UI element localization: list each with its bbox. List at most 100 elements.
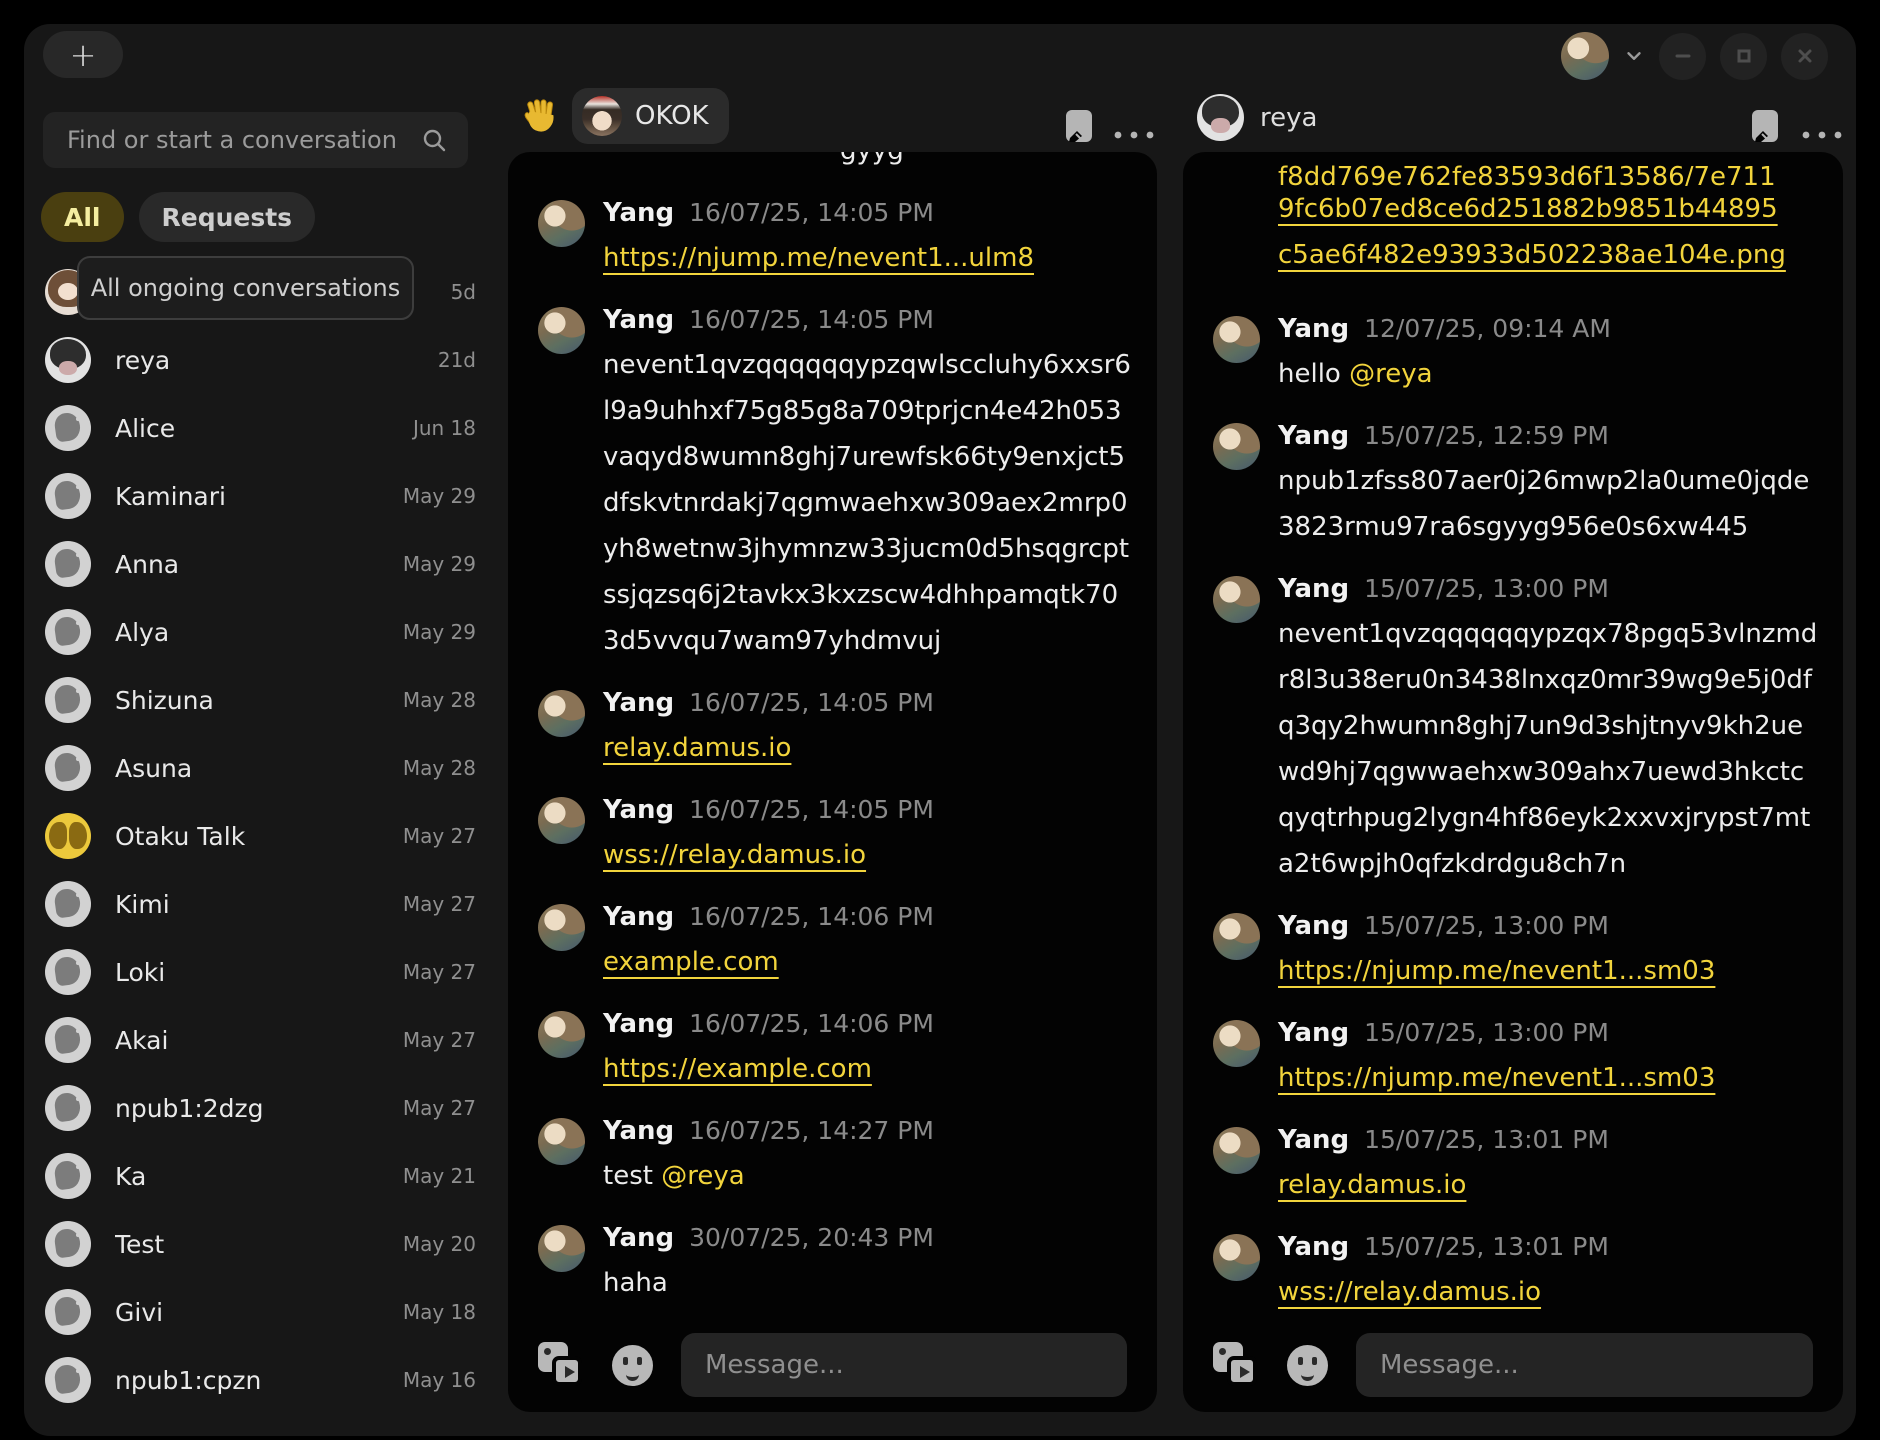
mention-reya[interactable]: @reya	[1349, 359, 1432, 389]
message-input[interactable]	[681, 1333, 1127, 1397]
message-link[interactable]: wss://relay.damus.io	[603, 840, 866, 870]
list-item[interactable]: Givi May 18	[41, 1278, 478, 1346]
conversation-date: May 18	[403, 1300, 476, 1324]
avatar[interactable]	[1213, 423, 1260, 470]
message-link[interactable]: https://example.com	[603, 1054, 872, 1084]
avatar[interactable]	[1213, 1234, 1260, 1281]
list-item[interactable]: Ka May 21	[41, 1142, 478, 1210]
active-chat-peer-okok[interactable]: OKOK	[572, 88, 729, 144]
close-button[interactable]	[1781, 33, 1828, 80]
current-user-avatar[interactable]	[1561, 32, 1609, 80]
avatar[interactable]	[1213, 913, 1260, 960]
mention-reya[interactable]: @reya	[661, 1161, 744, 1191]
search-conversations	[43, 112, 468, 168]
avatar	[45, 949, 91, 995]
message-author[interactable]: Yang	[603, 1223, 674, 1253]
avatar[interactable]	[538, 1011, 585, 1058]
user-menu	[1561, 30, 1828, 82]
message-author[interactable]: Yang	[1278, 1232, 1349, 1262]
avatar[interactable]	[1213, 576, 1260, 623]
list-item[interactable]: Test May 20	[41, 1210, 478, 1278]
clipped-image-link[interactable]: f8dd769e762fe83593d6f13586/7e711 9fc6b07…	[1213, 154, 1819, 278]
active-chat-peer-reya[interactable]: reya	[1197, 94, 1317, 141]
list-item[interactable]: Loki May 27	[41, 938, 478, 1006]
more-options-icon[interactable]	[1112, 130, 1156, 140]
message-timestamp: 15/07/25, 13:01 PM	[1364, 1125, 1609, 1154]
list-item[interactable]: npub1:cpzn May 16	[41, 1346, 478, 1414]
message-link[interactable]: relay.damus.io	[1278, 1170, 1466, 1200]
message-author[interactable]: Yang	[1278, 314, 1349, 344]
list-item[interactable]: Alya May 29	[41, 598, 478, 666]
message-author[interactable]: Yang	[1278, 1125, 1349, 1155]
message-author[interactable]: Yang	[1278, 574, 1349, 604]
message-link[interactable]: example.com	[603, 947, 779, 977]
avatar[interactable]	[538, 1225, 585, 1272]
conversation-date: May 29	[403, 552, 476, 576]
avatar[interactable]	[538, 904, 585, 951]
list-item[interactable]: Asuna May 28	[41, 734, 478, 802]
message: Yang 30/07/25, 20:43 PM haha	[538, 1223, 1133, 1306]
message-author[interactable]: Yang	[603, 1116, 674, 1146]
tab-requests[interactable]: Requests	[139, 192, 316, 242]
list-item[interactable]: reya 21d	[41, 326, 478, 394]
message-link[interactable]: wss://relay.damus.io	[1278, 1277, 1541, 1307]
chat-panel-reya: f8dd769e762fe83593d6f13586/7e711 9fc6b07…	[1183, 152, 1843, 1412]
avatar[interactable]	[1213, 1020, 1260, 1067]
list-item[interactable]: Shizuna May 28	[41, 666, 478, 734]
message-author[interactable]: Yang	[603, 902, 674, 932]
list-item[interactable]: Anna May 29	[41, 530, 478, 598]
avatar	[45, 473, 91, 519]
message-link[interactable]: https://njump.me/nevent1...sm03	[1278, 956, 1715, 986]
conversation-name: Ka	[115, 1162, 403, 1191]
conversation-date: Jun 18	[413, 416, 476, 440]
compose-note-icon[interactable]	[1750, 108, 1780, 144]
attach-media-icon[interactable]	[1213, 1342, 1259, 1388]
maximize-button[interactable]	[1720, 33, 1767, 80]
avatar	[45, 609, 91, 655]
list-item[interactable]: npub1:2dzg May 27	[41, 1074, 478, 1142]
peer-name: reya	[1260, 103, 1317, 133]
new-conversation-button[interactable]: +	[43, 31, 123, 78]
avatar[interactable]	[1213, 316, 1260, 363]
message-author[interactable]: Yang	[603, 305, 674, 335]
list-item[interactable]: Kaminari May 29	[41, 462, 478, 530]
message-author[interactable]: Yang	[1278, 1018, 1349, 1048]
message-timestamp: 12/07/25, 09:14 AM	[1364, 314, 1611, 343]
message-input[interactable]	[1356, 1333, 1813, 1397]
message-author[interactable]: Yang	[603, 1009, 674, 1039]
list-item[interactable]: Alice Jun 18	[41, 394, 478, 462]
chevron-down-icon[interactable]	[1623, 45, 1645, 67]
message-link[interactable]: https://njump.me/nevent1...sm03	[1278, 1063, 1715, 1093]
search-input[interactable]	[43, 126, 421, 154]
avatar	[45, 1153, 91, 1199]
avatar[interactable]	[1213, 1127, 1260, 1174]
tab-all[interactable]: All	[41, 192, 124, 242]
message-timestamp: 15/07/25, 13:00 PM	[1364, 574, 1609, 603]
message-author[interactable]: Yang	[1278, 911, 1349, 941]
message-timestamp: 15/07/25, 12:59 PM	[1364, 421, 1609, 450]
message-author[interactable]: Yang	[603, 688, 674, 718]
avatar[interactable]	[538, 200, 585, 247]
avatar[interactable]	[538, 690, 585, 737]
message-link[interactable]: https://njump.me/nevent1...ulm8	[603, 243, 1034, 273]
emoji-picker-icon[interactable]	[612, 1345, 653, 1386]
avatar[interactable]	[538, 307, 585, 354]
list-item[interactable]: Otaku Talk May 27	[41, 802, 478, 870]
message-link[interactable]: relay.damus.io	[603, 733, 791, 763]
minimize-button[interactable]	[1659, 33, 1706, 80]
message-author[interactable]: Yang	[603, 198, 674, 228]
emoji-picker-icon[interactable]	[1287, 1345, 1328, 1386]
app-window: + All Requests	[24, 24, 1856, 1436]
more-options-icon[interactable]	[1800, 130, 1844, 140]
list-item[interactable]: Kimi May 27	[41, 870, 478, 938]
list-item[interactable]: Akai May 27	[41, 1006, 478, 1074]
avatar[interactable]	[538, 1118, 585, 1165]
message-author[interactable]: Yang	[603, 795, 674, 825]
message: Yang 15/07/25, 13:01 PM relay.damus.io	[1213, 1125, 1819, 1208]
conversation-date: May 27	[403, 1028, 476, 1052]
message-author[interactable]: Yang	[1278, 421, 1349, 451]
compose-note-icon[interactable]	[1064, 108, 1094, 144]
attach-media-icon[interactable]	[538, 1342, 584, 1388]
message-text: npub1zfss807aer0j26mwp2la0ume0jqde3823rm…	[1278, 458, 1819, 550]
avatar[interactable]	[538, 797, 585, 844]
